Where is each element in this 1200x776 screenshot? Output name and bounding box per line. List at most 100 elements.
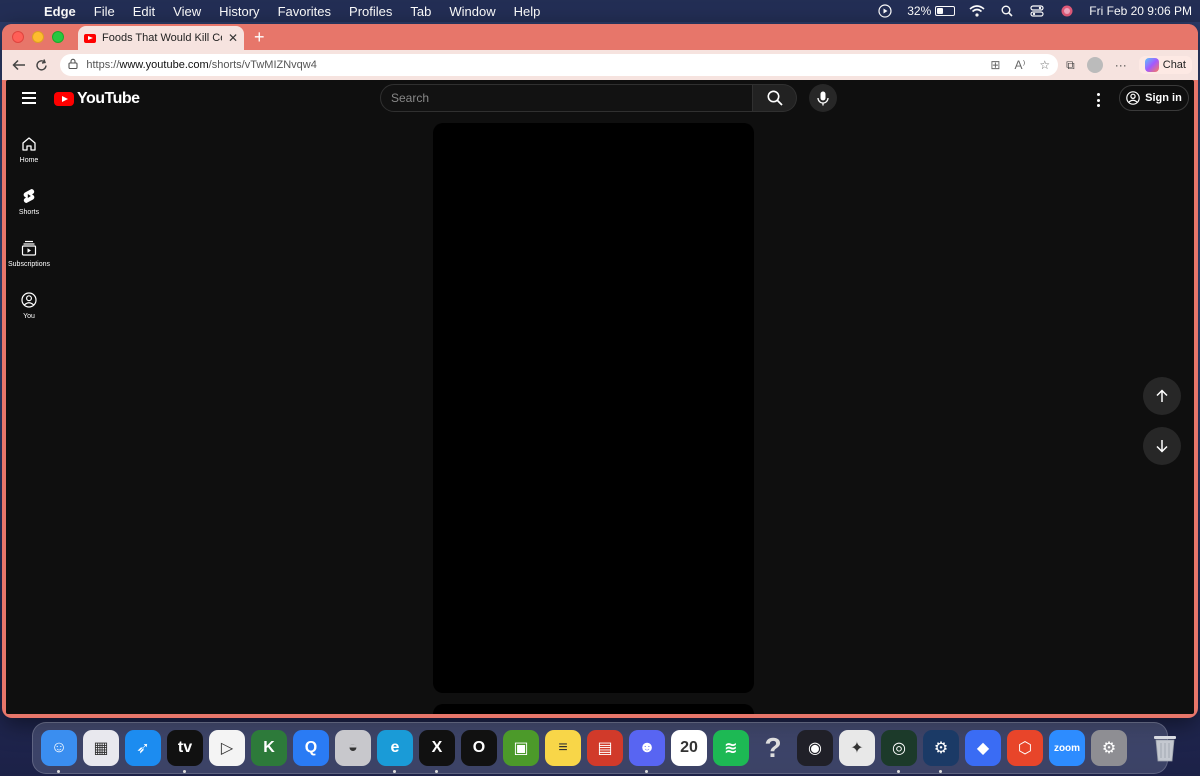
tab-bar: Foods That Would Kill Celebrities ✕ + — [2, 24, 1198, 50]
launchpad-icon[interactable]: ▦ — [83, 730, 119, 766]
x-icon[interactable]: X — [419, 730, 455, 773]
control-center-icon[interactable] — [1029, 4, 1045, 18]
voice-search-button[interactable] — [809, 84, 837, 112]
youtube-logo[interactable]: YouTube — [54, 90, 140, 108]
k-icon[interactable]: K — [251, 730, 287, 766]
shorts-video-player[interactable] — [433, 123, 754, 693]
calendar-icon[interactable]: 20 — [671, 730, 707, 766]
edge-icon[interactable]: e — [377, 730, 413, 773]
settings-more-icon[interactable] — [1096, 93, 1100, 107]
safari-icon[interactable]: ➶ — [125, 730, 161, 766]
menu-view[interactable]: View — [173, 4, 201, 19]
q-icon[interactable]: Q — [293, 730, 329, 766]
dock-glyph: e — [390, 739, 400, 756]
tab-title: Foods That Would Kill Celebrities — [102, 32, 222, 44]
sign-in-label: Sign in — [1145, 92, 1182, 104]
steam-icon[interactable]: ⚙ — [923, 730, 959, 773]
guide-menu-icon[interactable] — [22, 92, 36, 104]
menu-window[interactable]: Window — [449, 4, 495, 19]
discord-icon[interactable]: ☻ — [629, 730, 665, 773]
sidebar-item-shorts[interactable]: Shorts — [6, 176, 52, 228]
zoom-window-button[interactable] — [52, 31, 64, 43]
roblox-icon[interactable]: ◆ — [965, 730, 1001, 766]
dock-glyph: X — [431, 739, 443, 756]
address-bar[interactable]: https://www.youtube.com/shorts/vTwMIZNvq… — [60, 54, 1059, 76]
next-short-button[interactable] — [1143, 427, 1181, 465]
dock-glyph: ➶ — [136, 740, 150, 757]
new-tab-plus-icon[interactable]: + — [254, 27, 265, 48]
dock-glyph: ✦ — [850, 740, 864, 757]
search-button[interactable] — [753, 84, 797, 112]
lock-icon[interactable] — [68, 58, 78, 72]
question-icon[interactable]: ? — [755, 730, 791, 766]
chat-label: Chat — [1162, 59, 1186, 71]
running-indicator — [183, 770, 186, 773]
trash-icon[interactable] — [1147, 730, 1183, 766]
next-short-preview[interactable] — [433, 704, 754, 714]
sign-in-button[interactable]: Sign in — [1119, 85, 1189, 111]
spotify-icon[interactable]: ≋ — [713, 730, 749, 766]
drive-icon[interactable]: ◒ — [335, 730, 371, 766]
spotlight-search-icon[interactable] — [999, 4, 1015, 18]
extensions-icon[interactable]: ⧉ — [1066, 58, 1075, 73]
split-screen-icon[interactable]: ⊞ — [990, 58, 1000, 72]
read-aloud-icon[interactable]: A⁾ — [1014, 58, 1025, 72]
refresh-icon[interactable] — [30, 53, 52, 77]
sidebar-label-home: Home — [19, 157, 39, 164]
minecraft-icon[interactable]: ▣ — [503, 730, 539, 766]
opera-icon[interactable]: O — [461, 730, 497, 766]
previous-short-button[interactable] — [1143, 377, 1181, 415]
sidebar-item-you[interactable]: You — [6, 280, 52, 332]
menu-app-name[interactable]: Edge — [44, 4, 76, 19]
running-indicator — [645, 770, 648, 773]
more-options-icon[interactable]: ··· — [1115, 58, 1127, 72]
menu-help[interactable]: Help — [514, 4, 541, 19]
menu-edit[interactable]: Edit — [133, 4, 155, 19]
dock-glyph: ☺ — [50, 739, 68, 756]
menu-favorites[interactable]: Favorites — [278, 4, 331, 19]
toolbar-right-actions: ⧉ ··· Chat — [1066, 56, 1192, 74]
tv-icon[interactable]: tv — [167, 730, 203, 773]
youtube-wordmark: YouTube — [77, 90, 140, 107]
menubar-clock[interactable]: Fri Feb 20 9:06 PM — [1089, 4, 1192, 18]
youtube-play-logo-icon — [54, 92, 74, 106]
wifi-icon[interactable] — [969, 4, 985, 18]
zoom-icon[interactable]: zoom — [1049, 730, 1085, 766]
tab-close-icon[interactable]: ✕ — [228, 31, 238, 45]
siri-icon[interactable] — [1059, 4, 1075, 18]
now-playing-icon[interactable] — [877, 4, 893, 18]
menu-tab[interactable]: Tab — [410, 4, 431, 19]
game-icon[interactable]: ✦ — [839, 730, 875, 766]
favorite-star-icon[interactable]: ☆ — [1039, 58, 1050, 72]
copilot-icon — [1144, 58, 1159, 72]
notes-icon[interactable]: ≡ — [545, 730, 581, 766]
url-host: www.youtube.com — [119, 59, 209, 71]
close-window-button[interactable] — [12, 31, 24, 43]
profile-avatar-icon[interactable] — [1086, 57, 1103, 73]
menu-profiles[interactable]: Profiles — [349, 4, 392, 19]
search-input[interactable] — [380, 84, 753, 112]
dock-glyph: ◉ — [808, 740, 822, 757]
player-icon[interactable]: ▷ — [209, 730, 245, 766]
sidebar-item-home[interactable]: Home — [6, 124, 52, 176]
obs-icon[interactable]: ◉ — [797, 730, 833, 766]
back-arrow-icon[interactable] — [8, 53, 30, 77]
you-icon — [21, 292, 37, 308]
tab-youtube-short[interactable]: Foods That Would Kill Celebrities ✕ — [78, 26, 244, 50]
menu-history[interactable]: History — [219, 4, 259, 19]
battery-indicator[interactable]: 32% — [907, 4, 956, 18]
box-icon[interactable]: ⬡ — [1007, 730, 1043, 766]
youtube-favicon-icon — [84, 33, 96, 43]
finder-icon[interactable]: ☺ — [41, 730, 77, 773]
battery-icon — [935, 6, 956, 16]
macos-menubar: Edge File Edit View History Favorites Pr… — [0, 0, 1200, 22]
menu-file[interactable]: File — [94, 4, 115, 19]
radar-icon[interactable]: ◎ — [881, 730, 917, 773]
copilot-chat-button[interactable]: Chat — [1138, 56, 1192, 74]
edge-browser-window: Foods That Would Kill Celebrities ✕ + ht… — [2, 24, 1198, 718]
minimize-window-button[interactable] — [32, 31, 44, 43]
settings-icon[interactable]: ⚙ — [1091, 730, 1127, 766]
dock-glyph: O — [472, 739, 486, 756]
sidebar-item-subscriptions[interactable]: Subscriptions — [6, 228, 52, 280]
photobooth-icon[interactable]: ▤ — [587, 730, 623, 766]
